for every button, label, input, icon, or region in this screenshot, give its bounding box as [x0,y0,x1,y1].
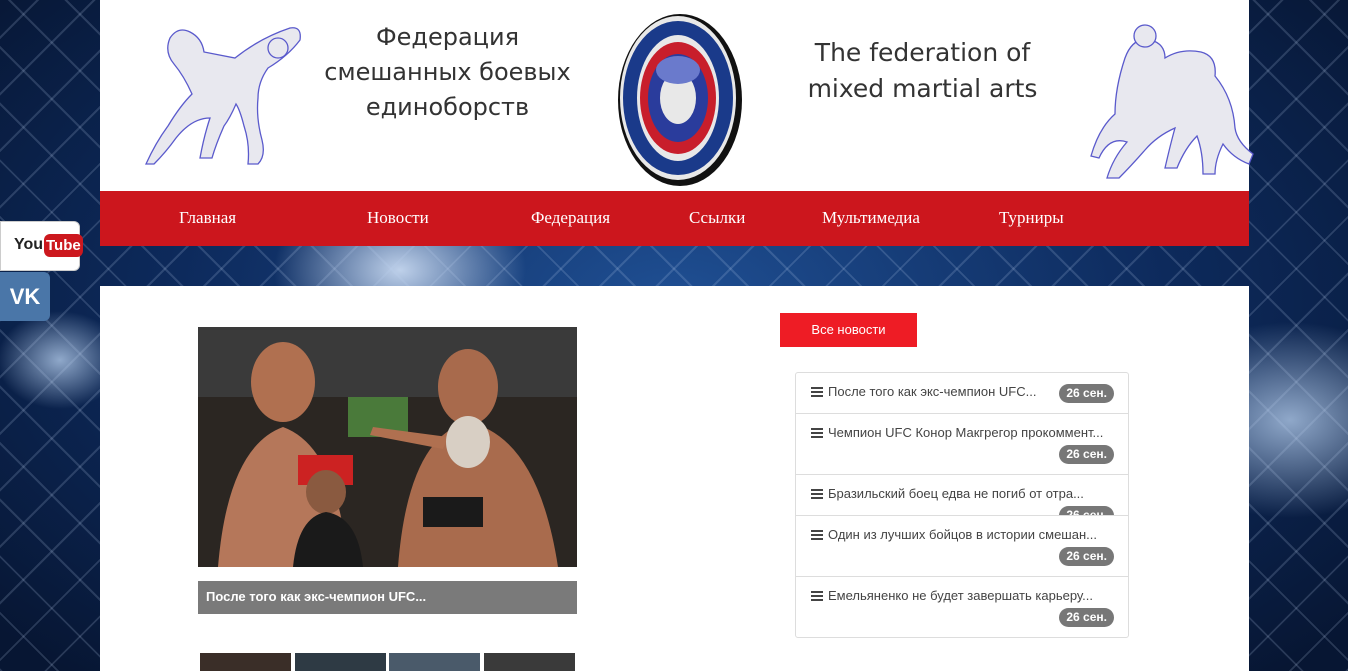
youtube-button[interactable]: You Tube [0,221,83,271]
date-badge: 26 сен. [1059,445,1114,464]
youtube-logo-text: You [14,236,44,253]
thumbnail-1[interactable] [200,653,291,671]
date-badge: 26 сен. [1059,506,1114,515]
list-icon [811,489,823,499]
vk-button[interactable]: VK [0,272,50,321]
news-title: Бразильский боец едва не погиб от отра..… [828,486,1084,501]
date-badge: 26 сен. [1059,384,1114,403]
news-title: Один из лучших бойцов в истории смешан..… [828,527,1097,542]
title-english: The federation of mixed martial arts [807,38,1038,103]
title-russian: Федерация смешанных боевых единоборств [324,23,571,121]
list-icon [811,387,823,397]
thumbnail-4[interactable] [484,653,575,671]
news-title: Чемпион UFC Конор Макгрегор прокоммент..… [828,425,1104,440]
federation-logo[interactable] [612,8,744,188]
news-item[interactable]: После того как экс-чемпион UFC... 26 сен… [796,373,1128,414]
main-content: После того как экс-чемпион UFC... Все но… [100,286,1249,671]
nav-item-links[interactable]: Ссылки [689,191,745,246]
kickboxer-silhouette [144,27,301,165]
nav-item-tournaments[interactable]: Турниры [999,191,1064,246]
nav-item-federation[interactable]: Федерация [531,191,610,246]
news-item[interactable]: Один из лучших бойцов в истории смешан..… [796,516,1128,577]
nav-item-news[interactable]: Новости [367,191,429,246]
news-item[interactable]: Емельяненко не будет завершать карьеру..… [796,577,1128,638]
site-header: Федерация смешанных боевых единоборств T… [100,0,1254,191]
main-navigation: Главная Новости Федерация Ссылки Мультим… [100,191,1249,246]
thumbnail-3[interactable] [389,653,480,671]
list-icon [811,591,823,601]
fighters-photo [198,327,577,567]
news-item[interactable]: Чемпион UFC Конор Макгрегор прокоммент..… [796,414,1128,475]
nav-item-multimedia[interactable]: Мультимедиа [822,191,920,246]
news-list: После того как экс-чемпион UFC... 26 сен… [795,372,1129,638]
news-title: После того как экс-чемпион UFC... [828,384,1037,399]
news-title: Емельяненко не будет завершать карьеру..… [828,588,1093,603]
list-icon [811,530,823,540]
vk-icon: VK [9,284,41,309]
list-icon [811,428,823,438]
featured-news-caption[interactable]: После того как экс-чемпион UFC... [198,581,577,614]
news-item[interactable]: Бразильский боец едва не погиб от отра..… [796,475,1128,516]
youtube-icon: Tube [44,234,83,257]
date-badge: 26 сен. [1059,608,1114,627]
all-news-button[interactable]: Все новости [780,313,917,347]
grappler-silhouette [1090,24,1254,179]
thumbnail-2[interactable] [295,653,386,671]
date-badge: 26 сен. [1059,547,1114,566]
nav-item-home[interactable]: Главная [179,191,236,246]
featured-news-image[interactable] [198,327,577,567]
